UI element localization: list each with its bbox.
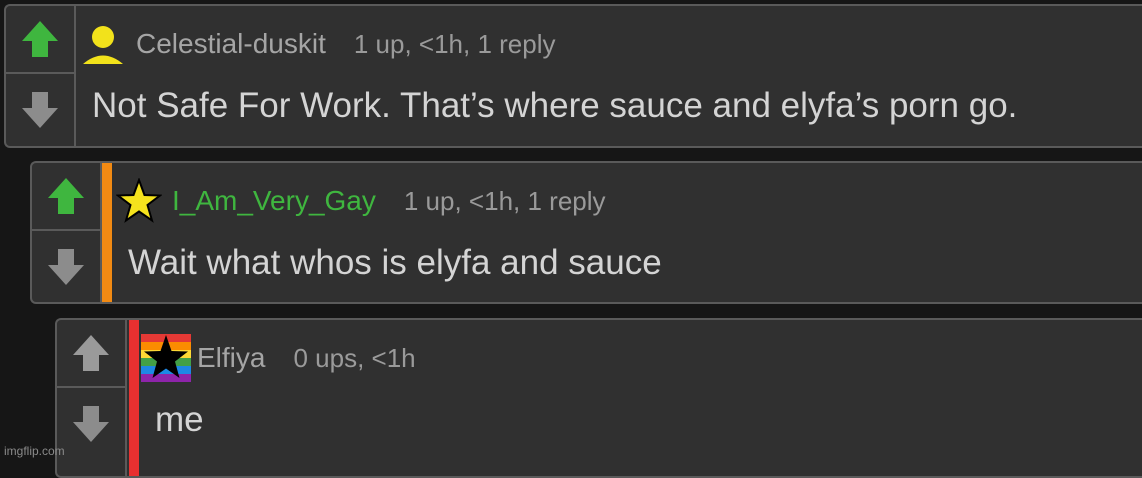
comment-header: I_Am_Very_Gay 1 up, <1h, 1 reply: [114, 178, 606, 223]
reply-indicator-stripe: [102, 163, 112, 302]
arrow-up-icon: [73, 335, 109, 371]
username[interactable]: Elfiya: [197, 342, 265, 374]
rainbow-flag-star-icon[interactable]: [141, 334, 191, 382]
arrow-up-icon: [22, 21, 58, 57]
comment-meta: 1 up, <1h, 1 reply: [403, 185, 606, 216]
comment-3: Elfiya 0 ups, <1h me: [55, 318, 1142, 478]
vote-column: [57, 320, 127, 476]
upvote-button[interactable]: [6, 6, 74, 74]
comment-meta: 0 ups, <1h: [293, 342, 416, 373]
arrow-down-icon: [48, 249, 84, 285]
comment-1: Celestial-duskit 1 up, <1h, 1 reply Not …: [4, 4, 1142, 148]
arrow-down-icon: [73, 406, 109, 442]
comment-text: Wait what whos is elyfa and sauce: [128, 243, 662, 282]
imgflip-watermark: imgflip.com: [4, 444, 65, 458]
upvote-button[interactable]: [57, 320, 125, 388]
comment-meta: 1 up, <1h, 1 reply: [353, 28, 556, 59]
comment-header: Elfiya 0 ups, <1h: [141, 334, 416, 382]
downvote-button[interactable]: [32, 233, 100, 301]
user-silhouette-icon[interactable]: [78, 22, 128, 66]
username[interactable]: Celestial-duskit: [136, 28, 326, 60]
downvote-button[interactable]: [6, 76, 74, 144]
upvote-button[interactable]: [32, 163, 100, 231]
arrow-down-icon: [22, 92, 58, 128]
vote-column: [32, 163, 102, 302]
reply-indicator-stripe: [129, 320, 139, 476]
arrow-up-icon: [48, 178, 84, 214]
comment-header: Celestial-duskit 1 up, <1h, 1 reply: [78, 24, 556, 64]
comment-2: I_Am_Very_Gay 1 up, <1h, 1 reply Wait wh…: [30, 161, 1142, 304]
username[interactable]: I_Am_Very_Gay: [172, 185, 376, 217]
downvote-button[interactable]: [57, 390, 125, 458]
comment-text: me: [155, 400, 204, 439]
vote-column: [6, 6, 76, 146]
yellow-star-icon[interactable]: [114, 178, 164, 223]
comment-text: Not Safe For Work. That’s where sauce an…: [92, 86, 1018, 125]
